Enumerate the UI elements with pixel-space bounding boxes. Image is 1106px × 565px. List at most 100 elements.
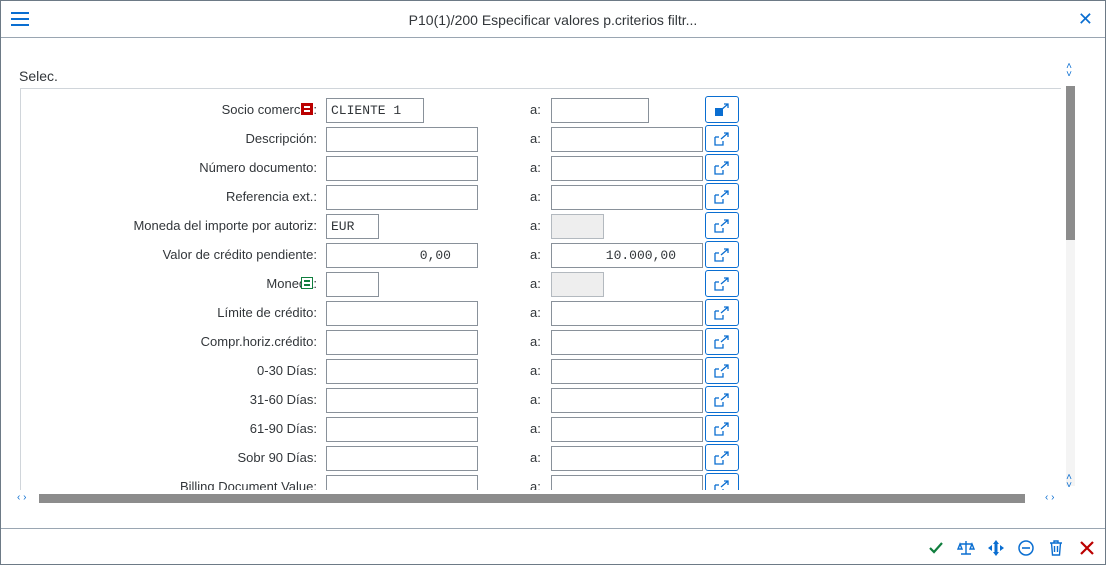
to-input[interactable] bbox=[551, 388, 703, 413]
vertical-scroll-thumb[interactable] bbox=[1066, 86, 1075, 240]
to-input[interactable] bbox=[551, 185, 703, 210]
multiple-selection-button[interactable] bbox=[705, 183, 739, 210]
from-input[interactable] bbox=[326, 359, 478, 384]
from-input[interactable] bbox=[326, 388, 478, 413]
multiple-selection-icon bbox=[714, 451, 729, 465]
horizontal-scroll-thumb[interactable] bbox=[39, 494, 1025, 503]
multiple-selection-icon bbox=[714, 306, 729, 320]
from-input[interactable] bbox=[326, 185, 478, 210]
criteria-label: Compr.horiz.crédito: bbox=[200, 334, 317, 349]
to-input bbox=[551, 272, 604, 297]
to-separator-label: a: bbox=[530, 102, 541, 117]
to-separator-label: a: bbox=[530, 334, 541, 349]
criteria-label: Moneda del importe por autoriz: bbox=[133, 218, 317, 233]
multiple-selection-button[interactable] bbox=[705, 386, 739, 413]
criteria-row: Descripción: a: bbox=[21, 124, 1061, 153]
from-input[interactable] bbox=[326, 272, 379, 297]
section-label: Selec. bbox=[19, 68, 58, 84]
scroll-down-icon[interactable]: ˄ ˅ bbox=[1063, 473, 1075, 491]
criteria-row: Límite de crédito: a: bbox=[21, 298, 1061, 327]
from-input[interactable] bbox=[326, 301, 478, 326]
criteria-label: 0-30 Días: bbox=[257, 363, 317, 378]
horizontal-scrollbar[interactable]: ‹ › ‹ › bbox=[17, 492, 1067, 504]
scroll-right-icon[interactable]: ‹ › bbox=[1045, 492, 1054, 503]
to-separator-label: a: bbox=[530, 421, 541, 436]
criteria-label: Sobr 90 Días: bbox=[237, 450, 318, 465]
to-input[interactable]: 10.000,00 bbox=[551, 243, 703, 268]
criteria-label: Valor de crédito pendiente: bbox=[162, 247, 317, 262]
cancel-icon[interactable] bbox=[1078, 539, 1096, 557]
multiple-selection-icon bbox=[714, 132, 729, 146]
from-input[interactable]: EUR bbox=[326, 214, 379, 239]
criteria-row: Referencia ext.: a: bbox=[21, 182, 1061, 211]
from-input[interactable] bbox=[326, 446, 478, 471]
close-icon[interactable]: ✕ bbox=[1078, 10, 1093, 28]
from-input[interactable] bbox=[326, 417, 478, 442]
multiple-selection-button[interactable] bbox=[705, 270, 739, 297]
to-input[interactable] bbox=[551, 359, 703, 384]
criteria-label: Referencia ext.: bbox=[225, 189, 317, 204]
to-input[interactable] bbox=[551, 127, 703, 152]
criteria-label: Billing Document Value: bbox=[179, 479, 317, 490]
to-separator-label: a: bbox=[530, 160, 541, 175]
multiple-selection-button[interactable] bbox=[705, 125, 739, 152]
to-input[interactable] bbox=[551, 330, 703, 355]
dialog-title: P10(1)/200 Especificar valores p.criteri… bbox=[408, 12, 698, 28]
to-separator-label: a: bbox=[530, 276, 541, 291]
checkmark-icon[interactable] bbox=[927, 539, 945, 557]
criteria-row: Sobr 90 Días: a: bbox=[21, 443, 1061, 472]
from-input[interactable]: 0,00 bbox=[326, 243, 478, 268]
multiple-selection-icon bbox=[714, 480, 729, 490]
to-input[interactable] bbox=[551, 98, 649, 123]
to-input[interactable] bbox=[551, 301, 703, 326]
multiple-selection-button[interactable] bbox=[705, 328, 739, 355]
to-input[interactable] bbox=[551, 475, 703, 490]
multiple-selection-icon bbox=[714, 161, 729, 175]
multiple-selection-button[interactable] bbox=[705, 96, 739, 123]
from-input[interactable]: CLIENTE 1 bbox=[326, 98, 424, 123]
criteria-row: 61-90 Días: a: bbox=[21, 414, 1061, 443]
from-input[interactable] bbox=[326, 330, 478, 355]
minus-circle-icon[interactable] bbox=[1017, 539, 1035, 557]
multiple-selection-button[interactable] bbox=[705, 415, 739, 442]
title-bar: P10(1)/200 Especificar valores p.criteri… bbox=[1, 1, 1105, 38]
to-separator-label: a: bbox=[530, 363, 541, 378]
to-separator-label: a: bbox=[530, 479, 541, 490]
multiple-selection-button[interactable] bbox=[705, 444, 739, 471]
scales-icon[interactable] bbox=[957, 539, 975, 557]
multiple-selection-icon bbox=[714, 335, 729, 349]
to-input[interactable] bbox=[551, 446, 703, 471]
multiple-selection-button[interactable] bbox=[705, 473, 739, 490]
from-input[interactable] bbox=[326, 475, 478, 490]
selection-panel: Socio comercial: CLIENTE 1 a: Descripción: a… bbox=[20, 88, 1061, 490]
multiple-selection-icon bbox=[714, 248, 729, 262]
multiple-selection-button[interactable] bbox=[705, 357, 739, 384]
criteria-label: 61-90 Días: bbox=[249, 421, 317, 436]
criteria-row: Valor de crédito pendiente: 0,00 a: 10.000,… bbox=[21, 240, 1061, 269]
criteria-row: 31-60 Días: a: bbox=[21, 385, 1061, 414]
from-input[interactable] bbox=[326, 127, 478, 152]
required-indicator-icon bbox=[301, 103, 313, 115]
multiple-selection-button[interactable] bbox=[705, 212, 739, 239]
multiple-selection-button[interactable] bbox=[705, 241, 739, 268]
criteria-row: Compr.horiz.crédito: a: bbox=[21, 327, 1061, 356]
move-icon[interactable] bbox=[987, 539, 1005, 557]
to-input[interactable] bbox=[551, 417, 703, 442]
to-input bbox=[551, 214, 604, 239]
to-separator-label: a: bbox=[530, 247, 541, 262]
to-separator-label: a: bbox=[530, 392, 541, 407]
criteria-row: Moneda del importe por autoriz: EUR a: bbox=[21, 211, 1061, 240]
to-separator-label: a: bbox=[530, 305, 541, 320]
to-separator-label: a: bbox=[530, 189, 541, 204]
to-separator-label: a: bbox=[530, 131, 541, 146]
multiple-selection-icon bbox=[714, 277, 729, 291]
to-input[interactable] bbox=[551, 156, 703, 181]
criteria-label: Número documento: bbox=[199, 160, 317, 175]
multiple-selection-button[interactable] bbox=[705, 154, 739, 181]
scroll-left-icon[interactable]: ‹ › bbox=[17, 492, 26, 503]
from-input[interactable] bbox=[326, 156, 478, 181]
trash-icon[interactable] bbox=[1047, 539, 1065, 557]
criteria-row: Billing Document Value: a: bbox=[21, 472, 1061, 490]
scroll-up-icon[interactable]: ˄ ˅ bbox=[1063, 62, 1075, 80]
multiple-selection-button[interactable] bbox=[705, 299, 739, 326]
